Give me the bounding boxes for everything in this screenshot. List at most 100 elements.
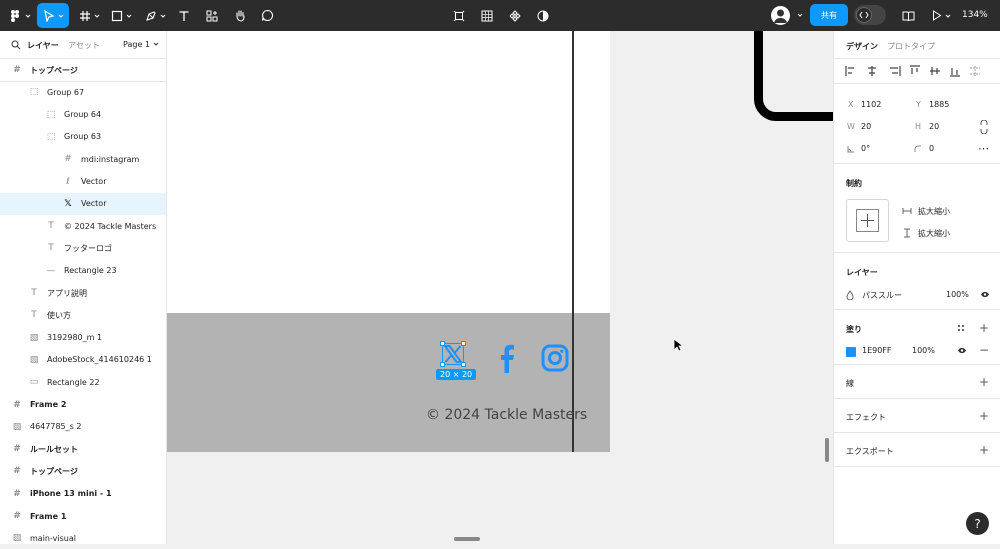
height-input[interactable]: 20 xyxy=(929,122,939,131)
fill-hex-input[interactable]: 1E90FF xyxy=(862,346,892,355)
x-logo-icon: 𝕏 xyxy=(64,198,72,209)
layer-row[interactable]: T アプリ説明 xyxy=(0,282,166,304)
layer-row[interactable]: # トップページ xyxy=(0,460,166,482)
corner-radius-input[interactable]: 0 xyxy=(929,144,934,153)
add-export-button[interactable]: + xyxy=(979,444,989,456)
resize-handle[interactable] xyxy=(461,362,466,367)
constraint-inner-box xyxy=(856,209,879,232)
vertical-scrollbar[interactable] xyxy=(825,438,829,462)
blend-mode-select[interactable]: パススルー xyxy=(862,290,902,301)
add-stroke-button[interactable]: + xyxy=(979,376,989,388)
layer-row[interactable]: # iPhone 13 mini - 1 xyxy=(0,483,166,505)
more-options-icon[interactable]: ⋯ xyxy=(978,142,990,155)
toolbar: 共有 134% xyxy=(0,0,1000,31)
move-tool-button[interactable] xyxy=(37,3,69,28)
x-input[interactable]: 1102 xyxy=(861,100,881,109)
layer-row[interactable]: # mdi:instagram xyxy=(0,148,166,170)
alignment-icons[interactable] xyxy=(844,65,994,77)
resize-handle[interactable] xyxy=(461,341,466,346)
y-input[interactable]: 1885 xyxy=(929,100,949,109)
constrain-proportions-icon[interactable] xyxy=(980,120,988,134)
footer-rectangle[interactable] xyxy=(167,313,610,452)
x-logo-icon[interactable] xyxy=(440,341,466,367)
tab-design[interactable]: デザイン xyxy=(846,41,878,52)
present-button[interactable] xyxy=(930,3,952,28)
frame-tool-button[interactable] xyxy=(76,3,102,28)
layer-row[interactable]: # ルールセット xyxy=(0,438,166,460)
component-crop-button[interactable] xyxy=(450,3,468,28)
layer-row[interactable]: ⬚ Group 64 xyxy=(0,104,166,126)
dev-mode-toggle[interactable] xyxy=(854,5,886,25)
contrast-button[interactable] xyxy=(534,3,552,28)
layer-row[interactable]: ℓ Vector xyxy=(0,171,166,193)
layer-row[interactable]: T 使い方 xyxy=(0,304,166,326)
frame-content[interactable] xyxy=(167,31,610,313)
vertical-constraint-select[interactable]: 拡大縮小 xyxy=(918,228,950,239)
add-effect-button[interactable]: + xyxy=(979,410,989,422)
shape-tool-button[interactable] xyxy=(108,3,134,28)
h-label: H xyxy=(915,122,922,131)
width-input[interactable]: 20 xyxy=(861,122,871,131)
comment-tool-button[interactable] xyxy=(257,3,277,28)
grid-button[interactable] xyxy=(478,3,496,28)
horizontal-scrollbar[interactable] xyxy=(454,537,480,541)
layer-row[interactable]: # トップページ xyxy=(0,59,166,81)
layer-row[interactable]: — Rectangle 23 xyxy=(0,260,166,282)
layer-label: トップページ xyxy=(30,466,78,476)
layer-row[interactable]: T © 2024 Tackle Masters xyxy=(0,215,166,237)
page-selector[interactable]: Page 1 xyxy=(123,40,159,49)
layer-row[interactable]: # Frame 1 xyxy=(0,505,166,527)
frame-icon: # xyxy=(13,488,21,499)
help-button[interactable]: ? xyxy=(966,512,989,535)
component-button[interactable] xyxy=(506,3,524,28)
layer-row[interactable]: ▧ 4647785_s 2 xyxy=(0,416,166,438)
fill-color-swatch[interactable] xyxy=(846,347,856,357)
layer-row[interactable]: T フッターロゴ xyxy=(0,237,166,259)
library-button[interactable] xyxy=(898,3,918,28)
footer-copyright-text[interactable]: © 2024 Tackle Masters xyxy=(426,407,587,423)
add-fill-button[interactable]: + xyxy=(979,322,989,334)
rotation-input[interactable]: 0° xyxy=(861,144,870,153)
chevron-down-icon[interactable] xyxy=(797,12,803,18)
layer-row[interactable]: ▧ 3192980_m 1 xyxy=(0,327,166,349)
text-tool-button[interactable] xyxy=(174,3,194,28)
layer-row[interactable]: ⬚ Group 67 xyxy=(0,81,166,103)
resize-handle[interactable] xyxy=(440,362,445,367)
layer-label: Vector xyxy=(81,177,107,186)
tab-layers[interactable]: レイヤー xyxy=(27,40,59,51)
constraint-widget[interactable] xyxy=(846,199,889,242)
canvas[interactable]: 20 × 20 © 2024 Tackle Masters xyxy=(167,31,833,544)
play-icon xyxy=(932,10,941,21)
layer-opacity-input[interactable]: 100% xyxy=(946,290,969,299)
main-menu-button[interactable] xyxy=(6,3,32,28)
vertical-guide-line[interactable] xyxy=(572,31,574,452)
layer-row[interactable]: ⬚ Group 63 xyxy=(0,126,166,148)
resize-handle[interactable] xyxy=(440,341,445,346)
resources-icon xyxy=(206,10,218,21)
fill-opacity-input[interactable]: 100% xyxy=(912,346,935,355)
tab-assets[interactable]: アセット xyxy=(68,40,100,51)
layer-row[interactable]: ▧ AdobeStock_414610246 1 xyxy=(0,349,166,371)
resources-button[interactable] xyxy=(202,3,222,28)
eye-icon[interactable] xyxy=(957,347,967,354)
style-grid-icon[interactable] xyxy=(957,324,965,332)
rounded-frame-shape[interactable] xyxy=(754,31,833,121)
avatar[interactable] xyxy=(771,6,790,25)
layer-row[interactable]: ▧ main-visual xyxy=(0,527,166,549)
hand-tool-button[interactable] xyxy=(230,3,250,28)
instagram-icon[interactable] xyxy=(541,344,569,372)
pen-tool-button[interactable] xyxy=(142,3,168,28)
facebook-icon[interactable] xyxy=(496,343,516,373)
alignment-row xyxy=(834,59,1000,84)
layer-row[interactable]: # Frame 2 xyxy=(0,394,166,416)
layer-row[interactable]: 𝕏 Vector xyxy=(0,192,166,215)
tab-prototype[interactable]: プロトタイプ xyxy=(887,41,935,52)
vertical-constraint-icon xyxy=(904,228,910,238)
search-icon[interactable] xyxy=(11,40,21,50)
horizontal-constraint-select[interactable]: 拡大縮小 xyxy=(918,206,950,217)
layer-row[interactable]: ▭ Rectangle 22 xyxy=(0,371,166,393)
eye-icon[interactable] xyxy=(980,291,990,298)
remove-fill-button[interactable]: − xyxy=(979,344,989,356)
share-button[interactable]: 共有 xyxy=(810,4,848,26)
zoom-level[interactable]: 134% xyxy=(962,10,988,20)
